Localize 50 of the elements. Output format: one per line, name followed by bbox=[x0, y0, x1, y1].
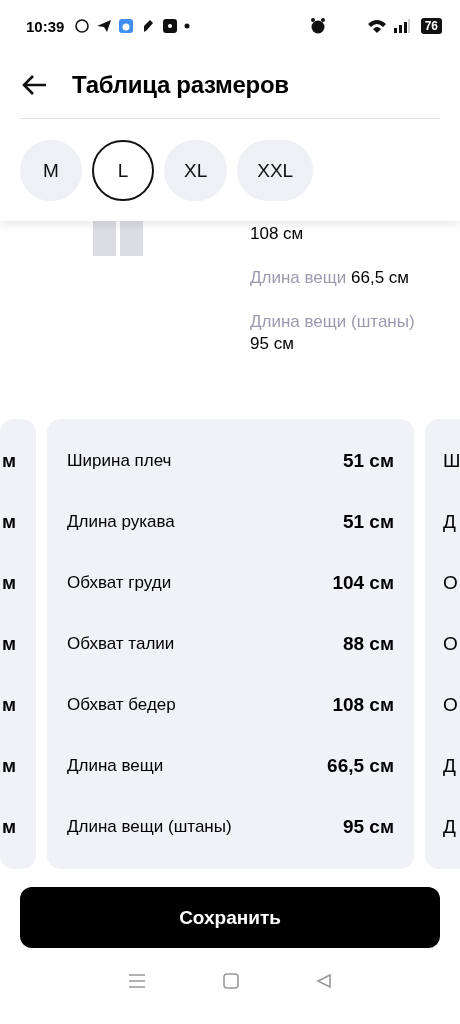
weather-icon bbox=[118, 18, 135, 34]
measurement-label: Длина вещи (штаны) bbox=[67, 816, 232, 837]
measurement-label: Ширина плеч bbox=[67, 451, 172, 472]
home-square-icon[interactable] bbox=[223, 973, 239, 989]
measurement-value: м bbox=[1, 754, 16, 777]
measurement-summary: 108 см bbox=[250, 223, 305, 245]
measurement-label: О bbox=[443, 633, 458, 655]
measurement-value: м bbox=[1, 693, 16, 716]
dot-icon bbox=[184, 23, 191, 29]
app-logo-icon bbox=[162, 18, 179, 34]
measurement-value: 88 см bbox=[342, 633, 394, 655]
size-chip[interactable]: XL bbox=[164, 140, 228, 201]
measurement-value: 95 см bbox=[342, 815, 394, 838]
measurement-value: 51 см bbox=[342, 511, 394, 534]
save-button[interactable]: Сохранить bbox=[20, 887, 440, 948]
measurement-summary: Длина вещи (штаны) 95 см bbox=[250, 311, 416, 355]
measurement-label: Ш bbox=[443, 450, 460, 473]
measurement-value: 108 см bbox=[332, 693, 394, 716]
back-triangle-icon[interactable] bbox=[315, 973, 332, 989]
garment-image bbox=[93, 221, 143, 256]
battery-level: 76 bbox=[420, 18, 442, 34]
measurement-label: Длина рукава bbox=[67, 512, 175, 533]
back-arrow-icon[interactable] bbox=[22, 74, 48, 96]
size-chip[interactable]: L bbox=[92, 140, 154, 201]
menu-icon[interactable] bbox=[128, 973, 147, 989]
status-time: 10:39 bbox=[26, 17, 65, 35]
size-chip[interactable]: XXL bbox=[237, 140, 314, 201]
measurement-value: м bbox=[1, 450, 16, 473]
measurement-value: 66,5 см bbox=[327, 754, 394, 777]
measurement-value: м bbox=[1, 815, 16, 838]
measurement-value: 51 см bbox=[342, 450, 394, 473]
measurement-label: Обхват груди bbox=[67, 573, 172, 594]
signal-icon bbox=[392, 18, 411, 34]
paper-plane-icon bbox=[96, 18, 113, 34]
measurement-label: Обхват бедер bbox=[67, 694, 176, 715]
measurement-value: 104 см bbox=[332, 572, 394, 595]
measurement-label: Д bbox=[443, 754, 456, 777]
measurement-label: О bbox=[443, 693, 458, 716]
measurement-label: Длина вещи bbox=[67, 755, 164, 776]
measurement-value: м bbox=[1, 633, 16, 655]
measurement-value: м bbox=[1, 511, 16, 534]
measurement-summary: Длина вещи 66,5 см bbox=[250, 267, 410, 289]
page-title: Таблица размеров bbox=[72, 71, 289, 99]
measurement-label: Обхват талии bbox=[67, 634, 175, 654]
measurement-label: Д bbox=[443, 511, 456, 534]
measurement-label: Д bbox=[443, 815, 456, 838]
size-chip[interactable]: M bbox=[20, 140, 82, 201]
measurement-label: О bbox=[443, 572, 458, 595]
measurement-value: м bbox=[1, 572, 16, 595]
wifi-icon bbox=[366, 18, 387, 34]
